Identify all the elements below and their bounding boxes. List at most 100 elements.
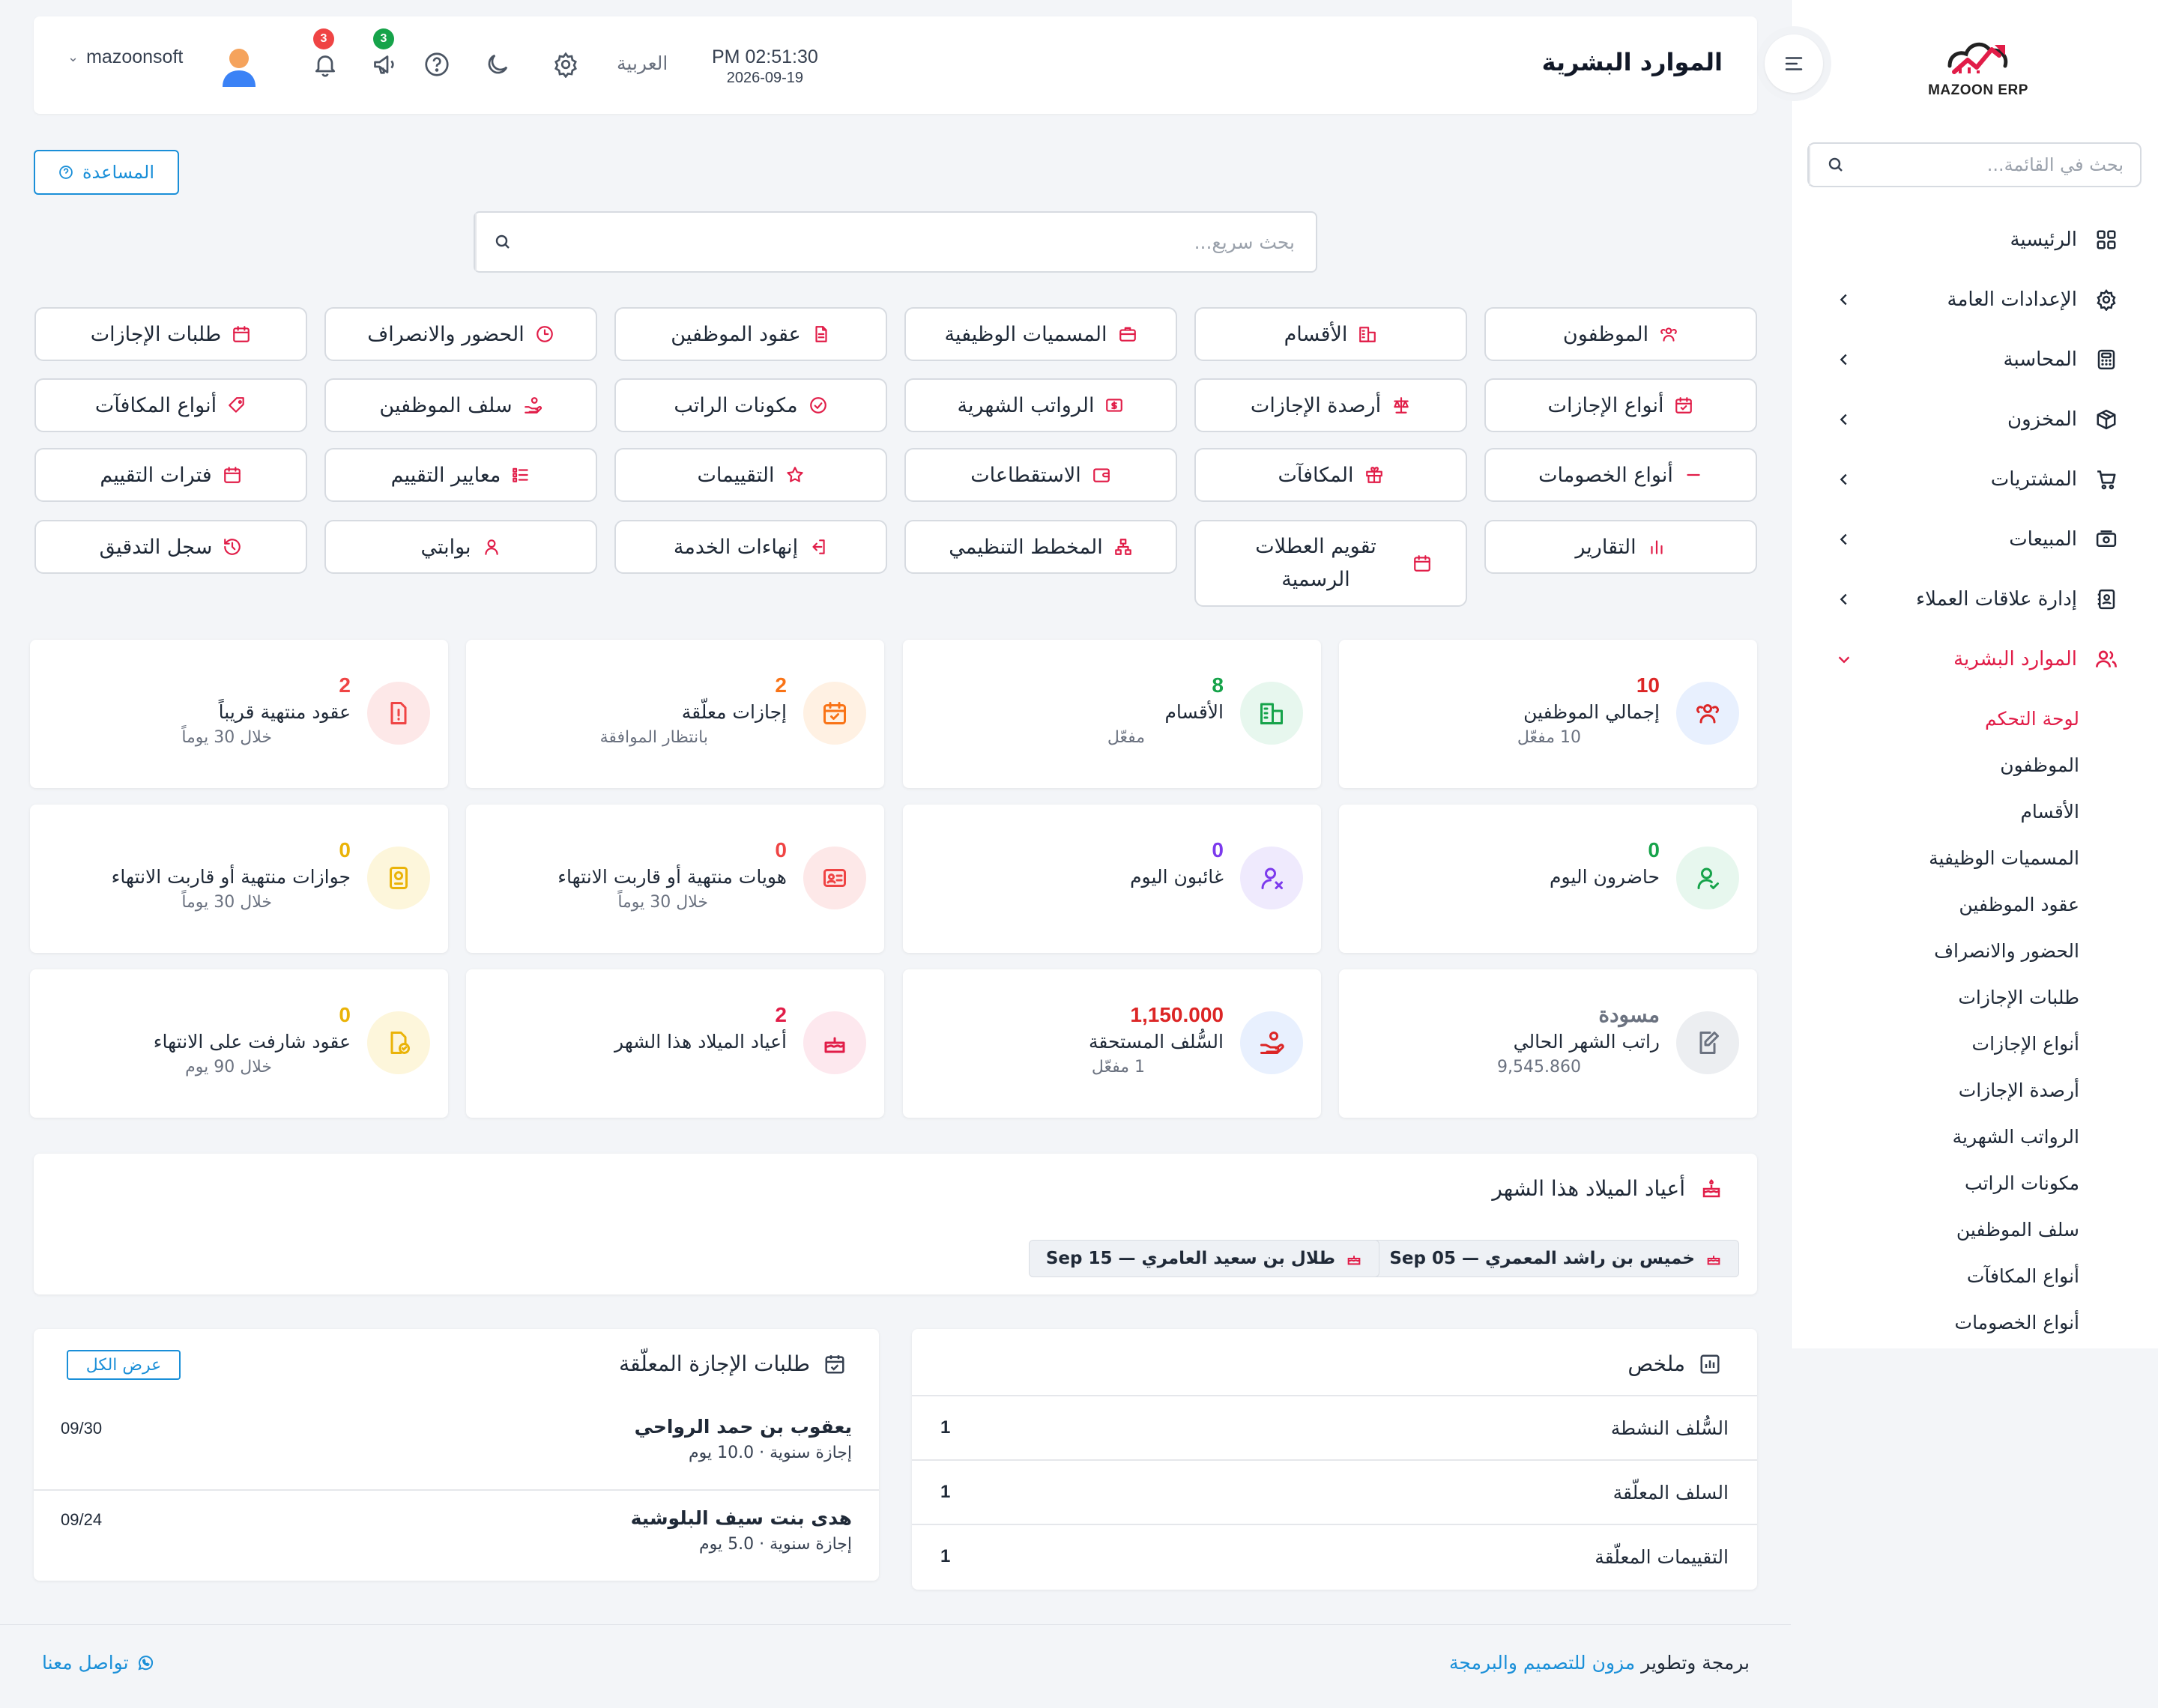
hr-sub-payroll[interactable]: الرواتب الشهرية <box>1791 1113 2079 1160</box>
stat-value: 2 <box>339 673 351 697</box>
stat-label: الأقسام <box>1164 701 1224 723</box>
quick-link-label: سجل التدقيق <box>99 535 213 559</box>
hr-sub-leave-requests[interactable]: طلبات الإجازات <box>1791 974 2079 1020</box>
passport-icon <box>367 847 430 909</box>
sidebar-item-sales[interactable]: المبيعات <box>1791 509 2158 569</box>
quick-link-button[interactable]: طلبات الإجازات <box>34 307 307 361</box>
calendar-check-icon <box>803 682 866 745</box>
star-icon <box>785 465 805 485</box>
stat-card[interactable]: 0 هويات منتهية أو قاربت الانتهاء خلال 30 ي… <box>466 805 884 953</box>
quick-link-button[interactable]: تقويم العطلات الرسمية <box>1194 520 1467 607</box>
quick-link-button[interactable]: سلف الموظفين <box>324 378 597 432</box>
quick-link-button[interactable]: بوابتي <box>324 520 597 574</box>
quick-link-button[interactable]: أنواع المكافآت <box>34 378 307 432</box>
quick-link-button[interactable]: الاستقطاعات <box>904 448 1177 502</box>
quick-link-button[interactable]: أنواع الإجازات <box>1484 378 1757 432</box>
quick-link-button[interactable]: سجل التدقيق <box>34 520 307 574</box>
search-icon[interactable] <box>1809 144 1861 186</box>
hr-sub-deduction-types[interactable]: أنواع الخصومات <box>1791 1299 2079 1345</box>
stat-card[interactable]: 0 عقود شارفت على الانتهاء خلال 90 يوم <box>30 969 448 1118</box>
user-x-icon <box>1240 847 1303 909</box>
summary-row-label: السلف المعلّقة <box>1613 1481 1729 1503</box>
quick-link-button[interactable]: الحضور والانصراف <box>324 307 597 361</box>
leave-request-row[interactable]: يعقوب بن حمد الرواحي إجازة سنوية · 10.0 … <box>34 1416 879 1462</box>
sidebar-item-accounting[interactable]: المحاسبة <box>1791 330 2158 390</box>
stat-subtext: بانتظار الموافقة <box>599 728 708 747</box>
search-icon[interactable] <box>475 213 529 271</box>
language-switch[interactable]: العربية <box>617 52 668 74</box>
dark-mode-toggle[interactable] <box>481 48 514 81</box>
pending-leaves-title: طلبات الإجازة المعلّقة <box>619 1351 810 1376</box>
stat-card[interactable]: مسودة راتب الشهر الحالي 9,545.860 <box>1339 969 1757 1118</box>
hr-sub-contracts[interactable]: عقود الموظفين <box>1791 881 2079 927</box>
hr-sub-leave-types[interactable]: أنواع الإجازات <box>1791 1020 2079 1067</box>
quick-link-button[interactable]: المسميات الوظيفية <box>904 307 1177 361</box>
hr-sub-departments[interactable]: الأقسام <box>1791 788 2079 835</box>
stat-label: حاضرون اليوم <box>1550 866 1660 888</box>
hr-sub-bonus-types[interactable]: أنواع المكافآت <box>1791 1253 2079 1299</box>
quick-link-button[interactable]: الأقسام <box>1194 307 1467 361</box>
quick-link-button[interactable]: المخطط التنظيمي <box>904 520 1177 574</box>
notifications-button[interactable]: 3 <box>309 28 342 81</box>
stat-card[interactable]: 2 عقود منتهية قريباً خلال 30 يوماً <box>30 640 448 788</box>
hr-sub-job-titles[interactable]: المسميات الوظيفية <box>1791 835 2079 881</box>
announcements-button[interactable]: 3 <box>369 28 402 81</box>
stat-card[interactable]: 0 جوازات منتهية أو قاربت الانتهاء خلال 30 … <box>30 805 448 953</box>
quick-link-button[interactable]: التقييمات <box>614 448 887 502</box>
view-all-button[interactable]: عرض الكل <box>67 1350 181 1380</box>
avatar[interactable] <box>220 45 259 87</box>
sidebar-search-input[interactable] <box>1861 154 2140 175</box>
chevron-left-icon <box>1836 471 1852 488</box>
sidebar-item-inventory[interactable]: المخزون <box>1791 390 2158 449</box>
help-link-button[interactable]: المساعدة <box>34 150 179 195</box>
users-icon <box>1659 324 1678 344</box>
quick-link-label: عقود الموظفين <box>671 322 801 346</box>
stat-card[interactable]: 2 إجازات معلّقة بانتظار الموافقة <box>466 640 884 788</box>
stat-card-text: 0 حاضرون اليوم <box>1550 838 1660 891</box>
stat-card[interactable]: 0 حاضرون اليوم <box>1339 805 1757 953</box>
quick-search-input[interactable] <box>529 231 1316 253</box>
contact-link[interactable]: تواصل معنا <box>42 1652 154 1674</box>
sidebar-item-crm[interactable]: إدارة علاقات العملاء <box>1791 569 2158 629</box>
help-button[interactable] <box>420 48 453 81</box>
quick-link-button[interactable]: عقود الموظفين <box>614 307 887 361</box>
mazoon-logo[interactable]: MAZOON ERP <box>1926 33 2031 100</box>
hr-sub-employees[interactable]: الموظفون <box>1791 742 2079 788</box>
hr-sub-salary-components[interactable]: مكونات الراتب <box>1791 1160 2079 1206</box>
sidebar-item-home[interactable]: الرئيسية <box>1791 210 2158 270</box>
stat-card[interactable]: 0 غائبون اليوم <box>903 805 1321 953</box>
question-circle-icon <box>423 51 450 78</box>
sidebar-item-general-settings[interactable]: الإعدادات العامة <box>1791 270 2158 330</box>
settings-button[interactable] <box>549 48 582 81</box>
quick-link-button[interactable]: التقارير <box>1484 520 1757 574</box>
hr-sub-leave-balances[interactable]: أرصدة الإجازات <box>1791 1067 2079 1113</box>
summary-row-value: 1 <box>940 1482 951 1502</box>
quick-link-button[interactable]: الرواتب الشهرية <box>904 378 1177 432</box>
sidebar-item-purchases[interactable]: المشتريات <box>1791 449 2158 509</box>
stat-card[interactable]: 10 إجمالي الموظفين 10 مفعّل <box>1339 640 1757 788</box>
stat-card-text: 0 غائبون اليوم <box>1130 838 1224 891</box>
hr-sub-dashboard[interactable]: لوحة التحكم <box>1791 695 2079 742</box>
footer-credit-link[interactable]: مزون للتصميم والبرمجة <box>1449 1652 1635 1674</box>
sidebar-toggle-button[interactable] <box>1756 26 1831 101</box>
hr-sub-attendance[interactable]: الحضور والانصراف <box>1791 927 2079 974</box>
quick-link-button[interactable]: فترات التقييم <box>34 448 307 502</box>
stat-card[interactable]: 2 أعياد الميلاد هذا الشهر <box>466 969 884 1118</box>
cake-icon <box>1346 1250 1362 1267</box>
quick-link-button[interactable]: معايير التقييم <box>324 448 597 502</box>
gift-icon <box>1364 465 1384 485</box>
leave-request-row[interactable]: هدى بنت سيف البلوشية إجازة سنوية · 5.0 ي… <box>34 1507 879 1554</box>
quick-link-button[interactable]: أنواع الخصومات <box>1484 448 1757 502</box>
sidebar-item-hr[interactable]: الموارد البشرية <box>1791 629 2158 689</box>
quick-link-button[interactable]: أرصدة الإجازات <box>1194 378 1467 432</box>
hr-sub-advances[interactable]: سلف الموظفين <box>1791 1206 2079 1253</box>
stat-card[interactable]: 1,150.000 السُّلف المستحقة 1 مفعّل <box>903 969 1321 1118</box>
chevron-left-icon <box>1836 411 1852 428</box>
clock-time: PM 02:51:30 <box>712 46 818 67</box>
quick-link-button[interactable]: مكونات الراتب <box>614 378 887 432</box>
quick-link-button[interactable]: الموظفون <box>1484 307 1757 361</box>
user-menu[interactable]: ⌄ mazoonsoft <box>67 46 183 68</box>
quick-link-button[interactable]: إنهاءات الخدمة <box>614 520 887 574</box>
stat-card[interactable]: 8 الأقسام مفعّل <box>903 640 1321 788</box>
quick-link-button[interactable]: المكافآت <box>1194 448 1467 502</box>
